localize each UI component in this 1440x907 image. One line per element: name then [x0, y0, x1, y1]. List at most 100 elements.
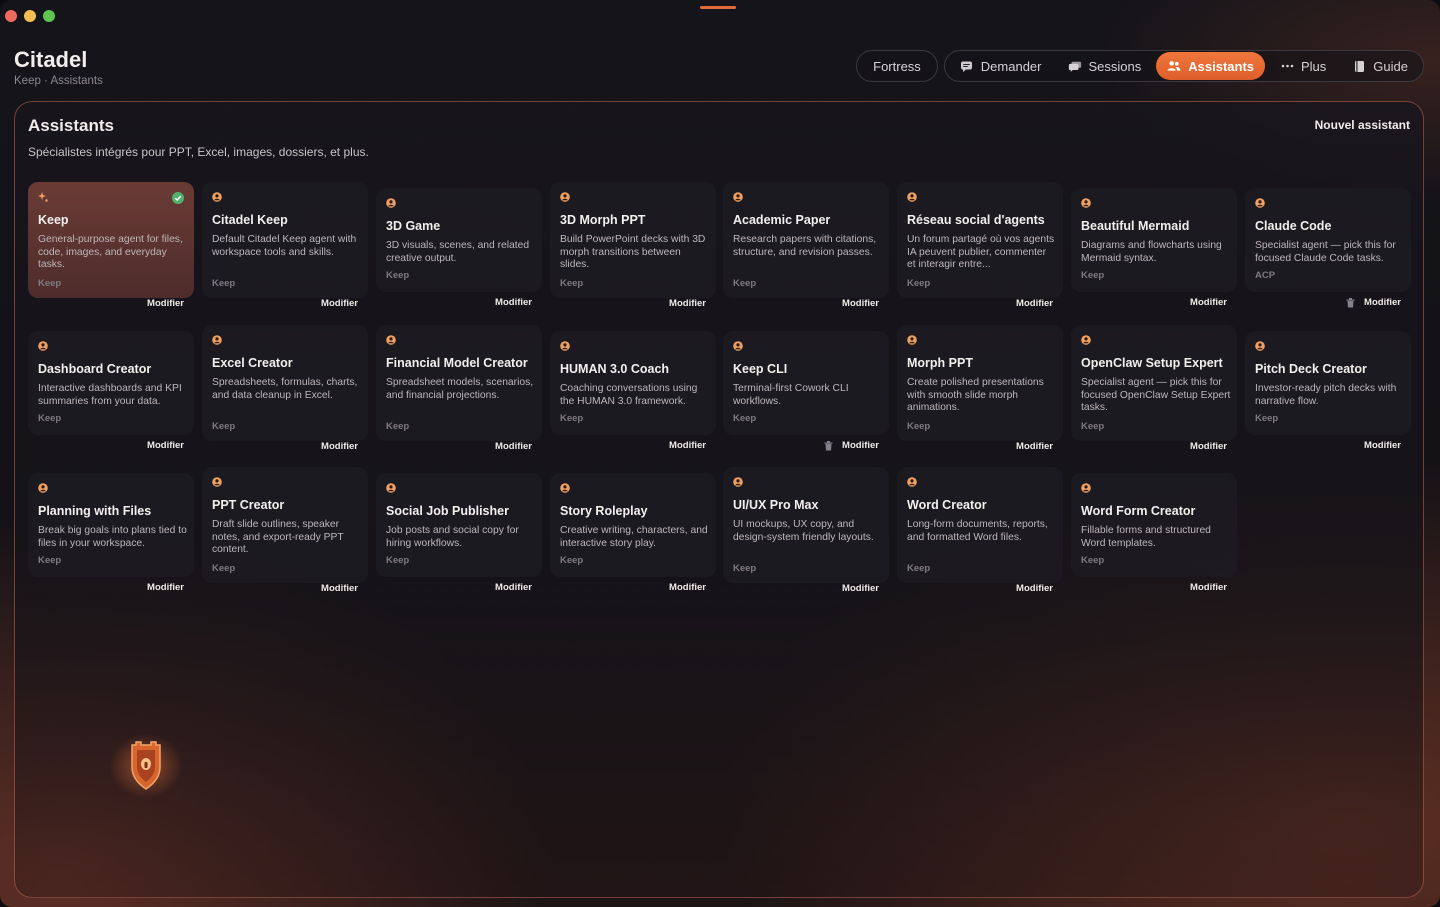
assistant-name: Morph PPT	[907, 356, 973, 370]
assistant-description: Draft slide outlines, speaker notes, and…	[212, 519, 344, 556]
assistant-tag: Keep	[907, 278, 931, 289]
assistant-name: Citadel Keep	[212, 213, 288, 227]
nav-assistants[interactable]: Assistants	[1156, 52, 1265, 80]
edit-button[interactable]: Modifier	[147, 298, 184, 309]
edit-button[interactable]: Modifier	[1190, 297, 1227, 308]
assistant-tag: Keep	[733, 278, 757, 289]
assistant-card[interactable]: Word Form Creator Fillable forms and stru…	[1071, 473, 1237, 593]
assistant-tag: ACP	[1255, 270, 1276, 281]
maximize-window-button[interactable]	[43, 10, 55, 22]
edit-button[interactable]: Modifier	[1016, 441, 1053, 452]
window-drag-handle[interactable]	[700, 6, 736, 9]
assistant-card[interactable]: OpenClaw Setup Expert Specialist agent — …	[1071, 325, 1237, 452]
nav-demander[interactable]: Demander	[949, 52, 1053, 80]
active-check-icon	[172, 192, 184, 204]
assistant-card[interactable]: Claude Code Specialist agent — pick this …	[1245, 188, 1411, 308]
assistant-card[interactable]: Dashboard Creator Interactive dashboards …	[28, 331, 194, 451]
assistant-name: UI/UX Pro Max	[733, 498, 819, 512]
edit-button[interactable]: Modifier	[669, 298, 706, 309]
edit-button[interactable]: Modifier	[1190, 441, 1227, 452]
assistant-card[interactable]: 3D Game 3D visuals, scenes, and related c…	[376, 188, 542, 308]
trash-icon[interactable]	[824, 441, 833, 451]
assistant-description: Interactive dashboards and KPI summaries…	[38, 383, 182, 407]
nav-guide[interactable]: Guide	[1341, 52, 1419, 80]
edit-button[interactable]: Modifier	[669, 582, 706, 593]
edit-button[interactable]: Modifier	[1190, 582, 1227, 593]
edit-button[interactable]: Modifier	[842, 440, 879, 451]
assistant-avatar-icon	[733, 192, 743, 202]
assistant-tag: Keep	[212, 421, 236, 432]
assistant-name: Word Form Creator	[1081, 504, 1196, 518]
new-assistant-button[interactable]: Nouvel assistant	[1315, 118, 1410, 132]
assistant-card[interactable]: Réseau social d'agents Un forum partagé o…	[897, 182, 1063, 309]
minimize-window-button[interactable]	[24, 10, 36, 22]
edit-button[interactable]: Modifier	[321, 583, 358, 594]
close-window-button[interactable]	[5, 10, 17, 22]
edit-button[interactable]: Modifier	[321, 441, 358, 452]
assistant-avatar-icon	[1081, 483, 1091, 493]
assistant-name: Dashboard Creator	[38, 362, 152, 376]
assistant-card[interactable]: PPT Creator Draft slide outlines, speaker…	[202, 467, 368, 594]
assistant-description: Create polished presentations with smoot…	[907, 377, 1044, 414]
edit-button[interactable]: Modifier	[842, 583, 879, 594]
assistant-card[interactable]: Social Job Publisher Job posts and social…	[376, 473, 542, 593]
edit-button[interactable]: Modifier	[321, 298, 358, 309]
edit-button[interactable]: Modifier	[842, 298, 879, 309]
assistant-tag: Keep	[38, 555, 62, 566]
assistant-card[interactable]: 3D Morph PPT Build PowerPoint decks with …	[550, 182, 716, 309]
nav-plus[interactable]: Plus	[1269, 52, 1337, 80]
assistant-card[interactable]: Word Creator Long-form documents, reports…	[897, 467, 1063, 594]
edit-button[interactable]: Modifier	[147, 440, 184, 451]
app-window: Citadel Keep · Assistants Fortress Deman…	[0, 0, 1440, 907]
assistant-description: Un forum partagé où vos agents IA peuven…	[907, 234, 1055, 271]
edit-button[interactable]: Modifier	[495, 582, 532, 593]
assistant-avatar-icon	[907, 335, 917, 345]
assistant-card[interactable]: Citadel Keep Default Citadel Keep agent w…	[202, 182, 368, 309]
assistant-avatar-icon	[560, 192, 570, 202]
assistant-card[interactable]: Keep CLI Terminal-first Cowork CLI workfl…	[723, 331, 889, 451]
assistant-tag: Keep	[38, 278, 62, 289]
nav-assistants-label: Assistants	[1188, 58, 1254, 74]
sessions-icon	[1068, 59, 1082, 73]
assistant-tag: Keep	[560, 278, 584, 289]
assistant-card[interactable]: UI/UX Pro Max UI mockups, UX copy, and de…	[723, 467, 889, 594]
assistant-card[interactable]: Academic Paper Research papers with citat…	[723, 182, 889, 309]
edit-button[interactable]: Modifier	[1016, 583, 1053, 594]
assistant-name: Beautiful Mermaid	[1081, 219, 1190, 233]
assistant-card[interactable]: Excel Creator Spreadsheets, formulas, cha…	[202, 325, 368, 452]
assistant-card[interactable]: Beautiful Mermaid Diagrams and flowcharts…	[1071, 188, 1237, 308]
assistant-avatar-icon	[212, 192, 222, 202]
edit-button[interactable]: Modifier	[1364, 440, 1401, 451]
assistant-card[interactable]: Keep General-purpose agent for files, cod…	[28, 182, 194, 309]
assistant-card[interactable]: Pitch Deck Creator Investor-ready pitch d…	[1245, 331, 1411, 451]
edit-button[interactable]: Modifier	[495, 441, 532, 452]
assistant-card[interactable]: Planning with Files Break big goals into …	[28, 473, 194, 593]
people-icon	[1167, 59, 1181, 73]
assistant-card[interactable]: HUMAN 3.0 Coach Coaching conversations us…	[550, 331, 716, 451]
assistant-description: UI mockups, UX copy, and design-system f…	[733, 519, 874, 543]
edit-button[interactable]: Modifier	[1016, 298, 1053, 309]
assistant-description: Spreadsheet models, scenarios, and finan…	[386, 377, 534, 401]
assistant-description: Coaching conversations using the HUMAN 3…	[560, 383, 698, 407]
nav-sessions[interactable]: Sessions	[1057, 52, 1153, 80]
fortress-button[interactable]: Fortress	[856, 50, 938, 82]
edit-button[interactable]: Modifier	[1364, 297, 1401, 308]
assistant-name: Excel Creator	[212, 356, 293, 370]
assistant-name: Keep	[38, 213, 69, 227]
edit-button[interactable]: Modifier	[495, 297, 532, 308]
more-icon	[1280, 59, 1294, 73]
trash-icon[interactable]	[1346, 298, 1355, 308]
assistant-avatar-icon	[212, 477, 222, 487]
assistant-description: Build PowerPoint decks with 3D morph tra…	[560, 234, 706, 271]
assistant-card[interactable]: Story Roleplay Creative writing, characte…	[550, 473, 716, 593]
assistant-tag: Keep	[38, 413, 62, 424]
assistant-card[interactable]: Morph PPT Create polished presentations w…	[897, 325, 1063, 452]
assistant-name: Claude Code	[1255, 219, 1332, 233]
nav-demander-label: Demander	[980, 58, 1042, 74]
edit-button[interactable]: Modifier	[147, 582, 184, 593]
assistant-description: 3D visuals, scenes, and related creative…	[386, 240, 530, 264]
assistant-tag: Keep	[1255, 413, 1279, 424]
edit-button[interactable]: Modifier	[669, 440, 706, 451]
assistant-card[interactable]: Financial Model Creator Spreadsheet model…	[376, 325, 542, 452]
assistant-tag: Keep	[1081, 270, 1105, 281]
